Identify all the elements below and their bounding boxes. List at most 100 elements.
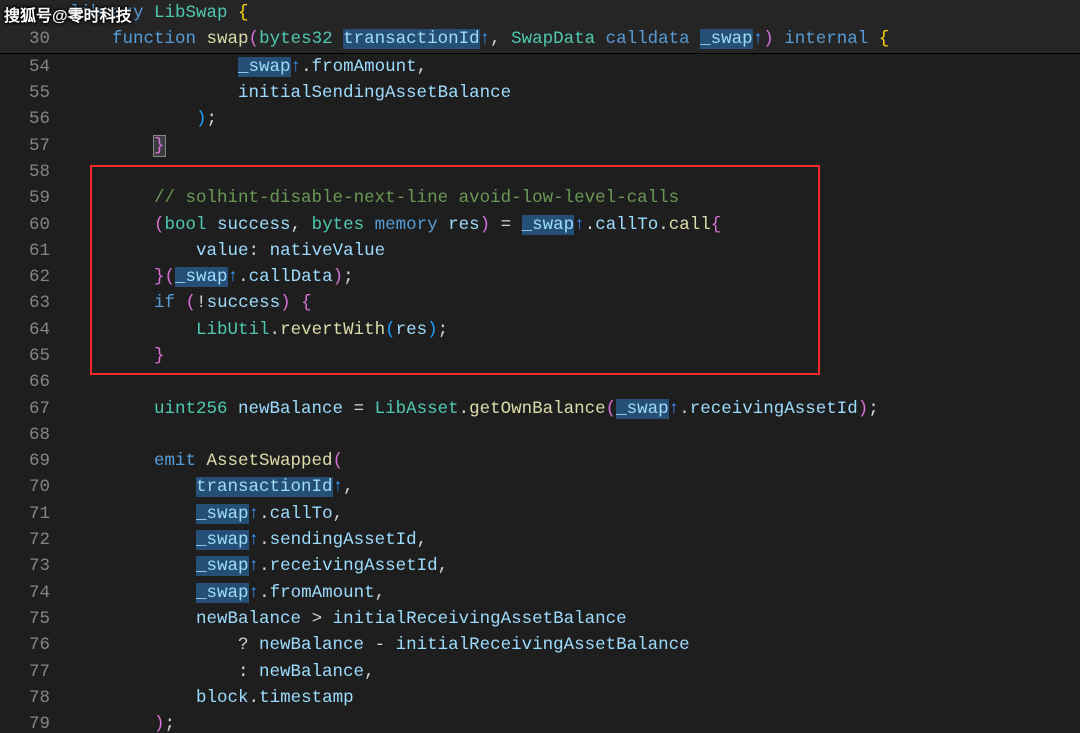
code-body[interactable]: 54 _swap↑.fromAmount,55 initialSendingAs… xyxy=(0,54,1080,733)
code-content[interactable]: uint256 newBalance = LibAsset.getOwnBala… xyxy=(70,399,1080,419)
code-token: } xyxy=(154,346,165,366)
code-content[interactable]: : newBalance, xyxy=(70,662,1080,682)
code-token: newBalance xyxy=(238,399,343,419)
code-content[interactable]: block.timestamp xyxy=(70,688,1080,708)
code-token: - xyxy=(364,635,396,655)
code-line[interactable]: 67 uint256 newBalance = LibAsset.getOwnB… xyxy=(0,395,1080,421)
code-content[interactable]: _swap↑.sendingAssetId, xyxy=(70,530,1080,550)
code-token: _swap xyxy=(616,399,669,419)
code-content[interactable]: } xyxy=(70,136,1080,156)
code-token xyxy=(70,451,154,471)
code-token: } xyxy=(154,136,165,156)
code-token: ↑ xyxy=(753,29,764,49)
code-line[interactable]: 71 _swap↑.callTo, xyxy=(0,501,1080,527)
line-number: 77 xyxy=(0,662,70,682)
code-token: ( xyxy=(165,267,176,287)
line-number: 70 xyxy=(0,477,70,497)
code-token: ↑ xyxy=(249,504,260,524)
code-content[interactable]: (bool success, bytes memory res) = _swap… xyxy=(70,215,1080,235)
code-content[interactable]: ? newBalance - initialReceivingAssetBala… xyxy=(70,635,1080,655)
code-content[interactable]: value: nativeValue xyxy=(70,241,1080,261)
code-line[interactable]: 60 (bool success, bytes memory res) = _s… xyxy=(0,211,1080,237)
code-token: callTo xyxy=(595,215,658,235)
code-content[interactable]: _swap↑.receivingAssetId, xyxy=(70,556,1080,576)
code-token: : xyxy=(249,241,270,261)
code-content[interactable]: // solhint-disable-next-line avoid-low-l… xyxy=(70,188,1080,208)
line-number: 69 xyxy=(0,451,70,471)
code-line[interactable]: 62 }(_swap↑.callData); xyxy=(0,264,1080,290)
code-token xyxy=(70,136,154,156)
code-token xyxy=(70,57,238,77)
code-token: { xyxy=(301,293,312,313)
code-token: ; xyxy=(165,714,176,733)
code-token xyxy=(70,109,196,129)
code-content[interactable]: _swap↑.callTo, xyxy=(70,504,1080,524)
code-token xyxy=(70,714,154,733)
code-token xyxy=(70,293,154,313)
code-token: , xyxy=(343,477,354,497)
code-line[interactable]: 66 xyxy=(0,369,1080,395)
code-line[interactable]: 77 : newBalance, xyxy=(0,658,1080,684)
code-token: { xyxy=(711,215,722,235)
line-number: 71 xyxy=(0,504,70,524)
code-line[interactable]: 63 if (!success) { xyxy=(0,290,1080,316)
code-token: > xyxy=(301,609,333,629)
code-token: fromAmount xyxy=(312,57,417,77)
code-editor[interactable]: 搜狐号@零时科技 library LibSwap { 30 function s… xyxy=(0,0,1080,733)
code-token xyxy=(70,530,196,550)
code-content[interactable]: if (!success) { xyxy=(70,293,1080,313)
code-line[interactable]: 70 transactionId↑, xyxy=(0,474,1080,500)
code-token: callTo xyxy=(270,504,333,524)
code-token: memory xyxy=(375,215,449,235)
code-content[interactable]: ); xyxy=(70,109,1080,129)
code-line[interactable]: 59 // solhint-disable-next-line avoid-lo… xyxy=(0,185,1080,211)
code-token: . xyxy=(459,399,470,419)
code-token: . xyxy=(259,504,270,524)
code-line[interactable]: 68 xyxy=(0,422,1080,448)
code-line[interactable]: 58 xyxy=(0,159,1080,185)
code-line[interactable]: 78 block.timestamp xyxy=(0,685,1080,711)
code-content[interactable]: }(_swap↑.callData); xyxy=(70,267,1080,287)
code-content[interactable]: ); xyxy=(70,714,1080,733)
code-content[interactable]: _swap↑.fromAmount, xyxy=(70,583,1080,603)
code-line[interactable]: 64 LibUtil.revertWith(res); xyxy=(0,317,1080,343)
code-line[interactable]: 75 newBalance > initialReceivingAssetBal… xyxy=(0,606,1080,632)
code-token: ) xyxy=(154,714,165,733)
code-line[interactable]: 73 _swap↑.receivingAssetId, xyxy=(0,553,1080,579)
code-token: , xyxy=(417,57,428,77)
line-number: 79 xyxy=(0,714,70,733)
code-token: ? xyxy=(70,635,259,655)
code-content[interactable]: LibUtil.revertWith(res); xyxy=(70,320,1080,340)
code-token: , xyxy=(364,662,375,682)
code-content[interactable]: transactionId↑, xyxy=(70,477,1080,497)
code-content[interactable]: } xyxy=(70,346,1080,366)
code-token: nativeValue xyxy=(270,241,386,261)
code-line[interactable]: 56 ); xyxy=(0,106,1080,132)
code-line[interactable]: 79 ); xyxy=(0,711,1080,733)
code-content[interactable]: _swap↑.fromAmount, xyxy=(70,57,1080,77)
code-line[interactable]: 54 _swap↑.fromAmount, xyxy=(0,54,1080,80)
code-token: LibUtil xyxy=(196,320,270,340)
code-token: ) xyxy=(427,320,438,340)
code-line[interactable]: 61 value: nativeValue xyxy=(0,238,1080,264)
code-line[interactable]: 76 ? newBalance - initialReceivingAssetB… xyxy=(0,632,1080,658)
code-content[interactable]: initialSendingAssetBalance xyxy=(70,83,1080,103)
code-token: uint256 xyxy=(154,399,238,419)
code-line[interactable]: 65 } xyxy=(0,343,1080,369)
code-line[interactable]: 69 emit AssetSwapped( xyxy=(0,448,1080,474)
code-token: ; xyxy=(207,109,218,129)
code-content[interactable]: emit AssetSwapped( xyxy=(70,451,1080,471)
code-content[interactable]: newBalance > initialReceivingAssetBalanc… xyxy=(70,609,1080,629)
code-line[interactable]: 57 } xyxy=(0,132,1080,158)
sticky-scroll-header: library LibSwap { 30 function swap(bytes… xyxy=(0,0,1080,54)
code-line[interactable]: 72 _swap↑.sendingAssetId, xyxy=(0,527,1080,553)
code-token: , xyxy=(417,530,428,550)
code-token: AssetSwapped xyxy=(207,451,333,471)
code-token: ↑ xyxy=(249,556,260,576)
code-line[interactable]: 74 _swap↑.fromAmount, xyxy=(0,580,1080,606)
line-number: 63 xyxy=(0,293,70,313)
code-token: _swap xyxy=(522,215,575,235)
code-line[interactable]: 55 initialSendingAssetBalance xyxy=(0,80,1080,106)
code-token: ↑ xyxy=(249,583,260,603)
code-token: newBalance xyxy=(259,635,364,655)
